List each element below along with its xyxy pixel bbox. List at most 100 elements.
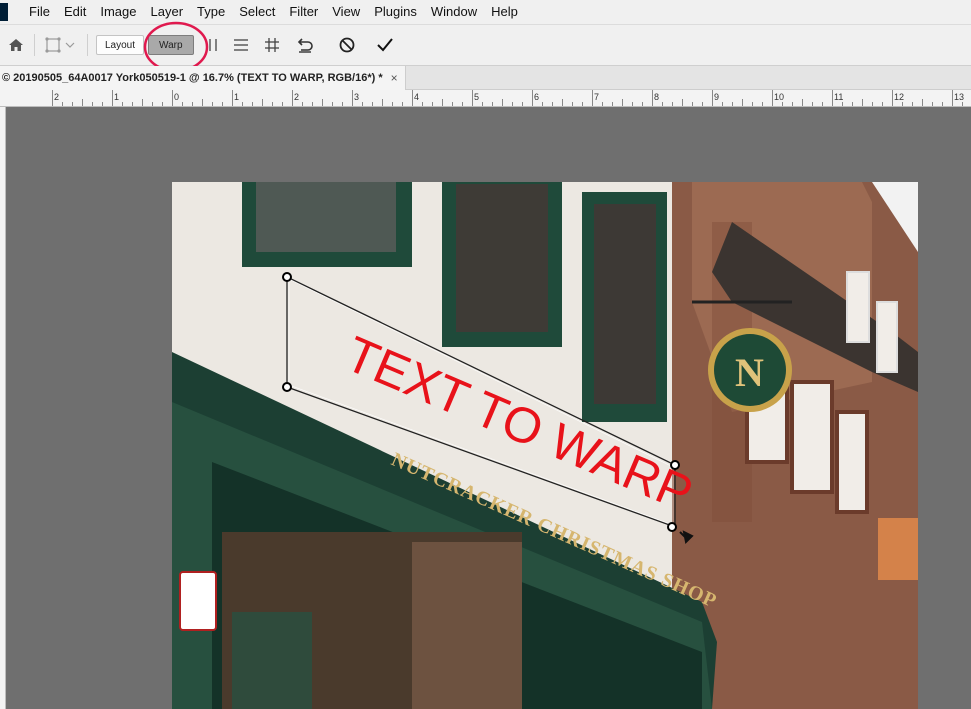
layout-button[interactable]: Layout xyxy=(96,35,145,55)
photoshop-logo-icon[interactable] xyxy=(0,3,8,21)
ruler-minor-tick xyxy=(672,102,673,106)
ruler-minor-tick xyxy=(452,102,453,106)
ruler-tick xyxy=(472,90,473,106)
ruler-tick-label: 2 xyxy=(294,92,300,102)
vertical-ruler[interactable] xyxy=(0,107,6,709)
menu-plugins[interactable]: Plugins xyxy=(367,0,424,24)
home-icon[interactable] xyxy=(6,35,26,55)
ruler-minor-tick xyxy=(702,102,703,106)
document-image[interactable]: N NUTCRACKER CHRISTMAS SHOP TEXT TO WARP xyxy=(172,182,918,709)
vertical-split-icon[interactable] xyxy=(200,35,226,55)
menu-edit[interactable]: Edit xyxy=(57,0,93,24)
hanging-sign-letter: N xyxy=(735,350,765,395)
ruler-tick xyxy=(772,90,773,106)
close-icon[interactable]: × xyxy=(391,71,398,85)
document-tab[interactable]: © 20190505_64A0017 York050519-1 @ 16.7% … xyxy=(0,66,406,90)
ruler-minor-tick xyxy=(262,99,263,106)
ruler-minor-tick xyxy=(722,102,723,106)
ruler-minor-tick xyxy=(602,102,603,106)
ruler-minor-tick xyxy=(152,102,153,106)
ruler-minor-tick xyxy=(582,102,583,106)
ruler-minor-tick xyxy=(562,99,563,106)
ruler-minor-tick xyxy=(742,99,743,106)
ruler-minor-tick xyxy=(612,102,613,106)
ruler-minor-tick xyxy=(252,102,253,106)
ruler-minor-tick xyxy=(732,102,733,106)
ruler-minor-tick xyxy=(142,99,143,106)
ruler-minor-tick xyxy=(312,102,313,106)
cancel-icon[interactable] xyxy=(326,35,368,55)
ruler-tick xyxy=(592,90,593,106)
menu-select[interactable]: Select xyxy=(232,0,282,24)
grid-split-icon[interactable] xyxy=(256,35,288,55)
ruler-minor-tick xyxy=(492,102,493,106)
reset-icon[interactable] xyxy=(288,35,322,55)
ruler-minor-tick xyxy=(502,99,503,106)
options-divider xyxy=(87,34,88,56)
ruler-minor-tick xyxy=(122,102,123,106)
ruler-minor-tick xyxy=(372,102,373,106)
ruler-tick xyxy=(232,90,233,106)
ruler-minor-tick xyxy=(632,102,633,106)
ruler-minor-tick xyxy=(212,102,213,106)
ruler-tick-label: 1 xyxy=(114,92,120,102)
ruler-minor-tick xyxy=(82,99,83,106)
menu-type[interactable]: Type xyxy=(190,0,232,24)
ruler-minor-tick xyxy=(692,102,693,106)
horizontal-split-icon[interactable] xyxy=(226,35,256,55)
ruler-minor-tick xyxy=(902,102,903,106)
ruler-minor-tick xyxy=(202,99,203,106)
ruler-minor-tick xyxy=(512,102,513,106)
ruler-tick-label: 8 xyxy=(654,92,660,102)
ruler-minor-tick xyxy=(862,99,863,106)
ruler-minor-tick xyxy=(432,102,433,106)
menu-window[interactable]: Window xyxy=(424,0,484,24)
ruler-minor-tick xyxy=(322,99,323,106)
ruler-tick xyxy=(712,90,713,106)
ruler-minor-tick xyxy=(852,102,853,106)
ruler-minor-tick xyxy=(182,102,183,106)
menu-image[interactable]: Image xyxy=(93,0,143,24)
ruler-tick-label: 6 xyxy=(534,92,540,102)
ruler-tick xyxy=(532,90,533,106)
ruler-minor-tick xyxy=(912,102,913,106)
menu-bar: File Edit Image Layer Type Select Filter… xyxy=(0,0,971,24)
ruler-minor-tick xyxy=(102,102,103,106)
ruler-tick xyxy=(292,90,293,106)
options-divider xyxy=(34,34,35,56)
ruler-minor-tick xyxy=(662,102,663,106)
commit-checkmark-icon[interactable] xyxy=(368,35,402,55)
ruler-minor-tick xyxy=(62,102,63,106)
warp-button[interactable]: Warp xyxy=(148,35,194,55)
ruler-minor-tick xyxy=(402,102,403,106)
ruler-minor-tick xyxy=(422,102,423,106)
ruler-minor-tick xyxy=(572,102,573,106)
ruler-tick-label: 11 xyxy=(834,92,844,102)
horizontal-ruler[interactable]: 2 1 0 1 2 3 4 5 6 7 8 9 10 11 12 13 xyxy=(0,90,971,107)
menu-file[interactable]: File xyxy=(22,0,57,24)
ruler-minor-tick xyxy=(482,102,483,106)
menu-help[interactable]: Help xyxy=(484,0,525,24)
ruler-tick xyxy=(952,90,953,106)
ruler-tick-label: 2 xyxy=(54,92,60,102)
ruler-minor-tick xyxy=(842,102,843,106)
ruler-tick xyxy=(892,90,893,106)
ruler-tick xyxy=(52,90,53,106)
ruler-minor-tick xyxy=(522,102,523,106)
ruler-minor-tick xyxy=(822,102,823,106)
ruler-tick-label: 0 xyxy=(174,92,180,102)
warp-style-icon[interactable] xyxy=(43,35,79,55)
ruler-minor-tick xyxy=(282,102,283,106)
ruler-minor-tick xyxy=(392,102,393,106)
ruler-tick-label: 1 xyxy=(234,92,240,102)
menu-filter[interactable]: Filter xyxy=(282,0,325,24)
ruler-minor-tick xyxy=(752,102,753,106)
ruler-minor-tick xyxy=(222,102,223,106)
ruler-tick-label: 5 xyxy=(474,92,480,102)
menu-view[interactable]: View xyxy=(325,0,367,24)
ruler-tick xyxy=(112,90,113,106)
menu-layer[interactable]: Layer xyxy=(144,0,191,24)
ruler-minor-tick xyxy=(872,102,873,106)
ruler-tick-label: 7 xyxy=(594,92,600,102)
ruler-minor-tick xyxy=(762,102,763,106)
